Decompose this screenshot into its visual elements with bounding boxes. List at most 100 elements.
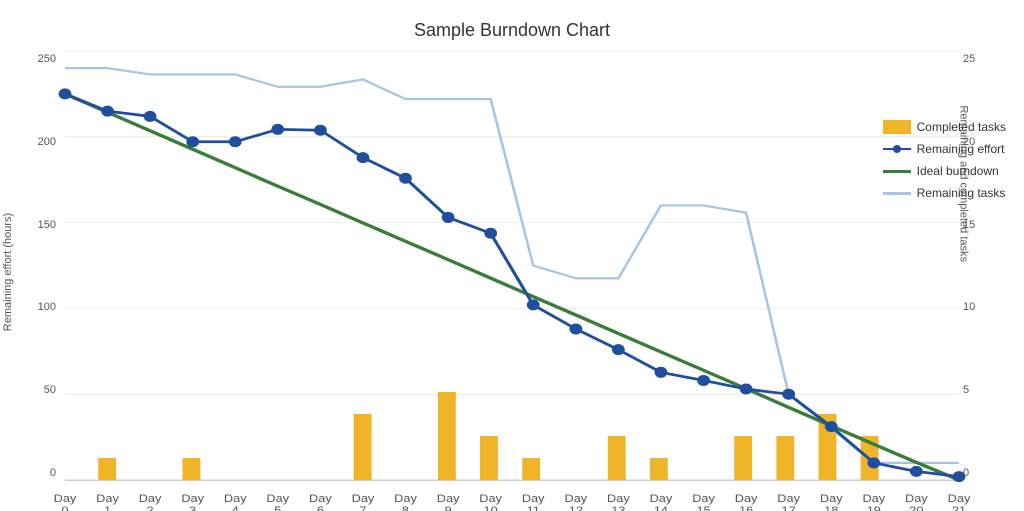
legend-item-completed-tasks: Completed tasks xyxy=(883,120,1006,134)
dot-16 xyxy=(740,384,753,395)
dot-3 xyxy=(186,136,199,147)
bar-day8 xyxy=(354,414,372,480)
y-right-tick-0: 0 xyxy=(963,467,969,479)
dot-10 xyxy=(484,228,497,239)
legend-swatch-completed-tasks xyxy=(883,120,911,134)
x-label-9: Day xyxy=(437,492,460,505)
svg-text:1: 1 xyxy=(104,504,112,511)
x-label-11: Day xyxy=(522,492,545,505)
legend-swatch-ideal-burndown xyxy=(883,164,911,178)
x-label-4: Day xyxy=(224,492,247,505)
y-tick-250: 250 xyxy=(38,53,56,65)
x-label-6: Day xyxy=(309,492,332,505)
svg-text:18: 18 xyxy=(824,504,839,511)
remaining-tasks-line xyxy=(65,68,959,463)
svg-text:14: 14 xyxy=(654,504,669,511)
chart-container: Sample Burndown Chart Remaining effort (… xyxy=(0,0,1024,511)
x-label-5: Day xyxy=(266,492,289,505)
y-tick-100: 100 xyxy=(38,301,56,313)
svg-text:16: 16 xyxy=(739,504,754,511)
dot-9 xyxy=(442,212,455,223)
dot-6 xyxy=(314,125,327,136)
dot-7 xyxy=(357,152,370,163)
x-label-1: Day xyxy=(96,492,119,505)
svg-text:13: 13 xyxy=(611,504,626,511)
x-label-7: Day xyxy=(352,492,375,505)
x-label-15: Day xyxy=(692,492,715,505)
dot-5 xyxy=(271,124,284,135)
x-label-20: Day xyxy=(905,492,928,505)
dot-11 xyxy=(527,299,540,310)
dot-20 xyxy=(910,466,923,477)
legend-swatch-remaining-effort xyxy=(883,142,911,156)
svg-text:20: 20 xyxy=(909,504,924,511)
y-right-tick-5: 5 xyxy=(963,384,969,396)
dot-4 xyxy=(229,136,242,147)
chart-title: Sample Burndown Chart xyxy=(10,20,1014,41)
legend: Completed tasks Remaining effort Ideal b… xyxy=(883,120,1006,208)
x-label-0: Day xyxy=(54,492,77,505)
dot-17 xyxy=(782,389,795,400)
bar-day12 xyxy=(480,436,498,480)
bar-day4 xyxy=(182,458,200,480)
plot-area: Day 0 Day 1 Day 2 Day 3 Day 4 Day 5 Day … xyxy=(65,51,959,481)
dot-18 xyxy=(825,421,838,432)
bar-day15 xyxy=(608,436,626,480)
y-tick-0: 0 xyxy=(50,467,56,479)
dot-13 xyxy=(612,344,625,355)
y-right-tick-25: 25 xyxy=(963,53,975,65)
svg-text:11: 11 xyxy=(527,504,541,511)
dot-15 xyxy=(697,375,710,386)
x-label-2: Day xyxy=(139,492,162,505)
svg-text:17: 17 xyxy=(782,504,797,511)
chart-svg: Day 0 Day 1 Day 2 Day 3 Day 4 Day 5 Day … xyxy=(65,51,959,480)
svg-text:6: 6 xyxy=(317,504,325,511)
x-label-3: Day xyxy=(181,492,204,505)
x-label-18: Day xyxy=(820,492,843,505)
bar-day19 xyxy=(776,436,794,480)
dot-19 xyxy=(867,457,880,468)
chart-area: Remaining effort (hours) 250 200 150 100… xyxy=(10,51,1014,481)
y-axis-right-label: Remaining and completed tasks xyxy=(958,105,970,262)
legend-item-remaining-tasks: Remaining tasks xyxy=(883,186,1006,200)
svg-text:8: 8 xyxy=(402,504,410,511)
dot-8 xyxy=(399,173,412,184)
x-label-17: Day xyxy=(777,492,800,505)
svg-text:10: 10 xyxy=(484,504,499,511)
svg-text:3: 3 xyxy=(189,504,197,511)
bar-day11 xyxy=(438,392,456,480)
svg-text:5: 5 xyxy=(274,504,282,511)
svg-text:4: 4 xyxy=(232,504,240,511)
bar-day18 xyxy=(734,436,752,480)
dot-0 xyxy=(59,88,72,99)
svg-text:12: 12 xyxy=(569,504,584,511)
svg-text:2: 2 xyxy=(147,504,155,511)
bar-day13 xyxy=(522,458,540,480)
x-label-13: Day xyxy=(607,492,630,505)
y-axis-left: Remaining effort (hours) 250 200 150 100… xyxy=(10,51,65,481)
bar-day2 xyxy=(98,458,116,480)
svg-text:19: 19 xyxy=(867,504,882,511)
x-label-19: Day xyxy=(862,492,885,505)
svg-text:15: 15 xyxy=(696,504,711,511)
x-label-8: Day xyxy=(394,492,417,505)
y-tick-200: 200 xyxy=(38,136,56,148)
x-label-12: Day xyxy=(565,492,588,505)
x-label-21: Day xyxy=(948,492,971,505)
legend-item-remaining-effort: Remaining effort xyxy=(883,142,1006,156)
dot-12 xyxy=(569,323,582,334)
y-tick-150: 150 xyxy=(38,219,56,231)
svg-text:9: 9 xyxy=(445,504,453,511)
x-label-14: Day xyxy=(650,492,673,505)
x-label-16: Day xyxy=(735,492,758,505)
svg-text:7: 7 xyxy=(359,504,367,511)
y-axis-left-label: Remaining effort (hours) xyxy=(2,213,14,331)
dot-14 xyxy=(655,367,668,378)
y-right-tick-10: 10 xyxy=(963,301,975,313)
legend-swatch-remaining-tasks xyxy=(883,186,911,200)
x-label-10: Day xyxy=(479,492,502,505)
legend-item-ideal-burndown: Ideal burndown xyxy=(883,164,1006,178)
bar-day16 xyxy=(650,458,668,480)
svg-text:21: 21 xyxy=(952,504,967,511)
svg-text:0: 0 xyxy=(61,504,69,511)
